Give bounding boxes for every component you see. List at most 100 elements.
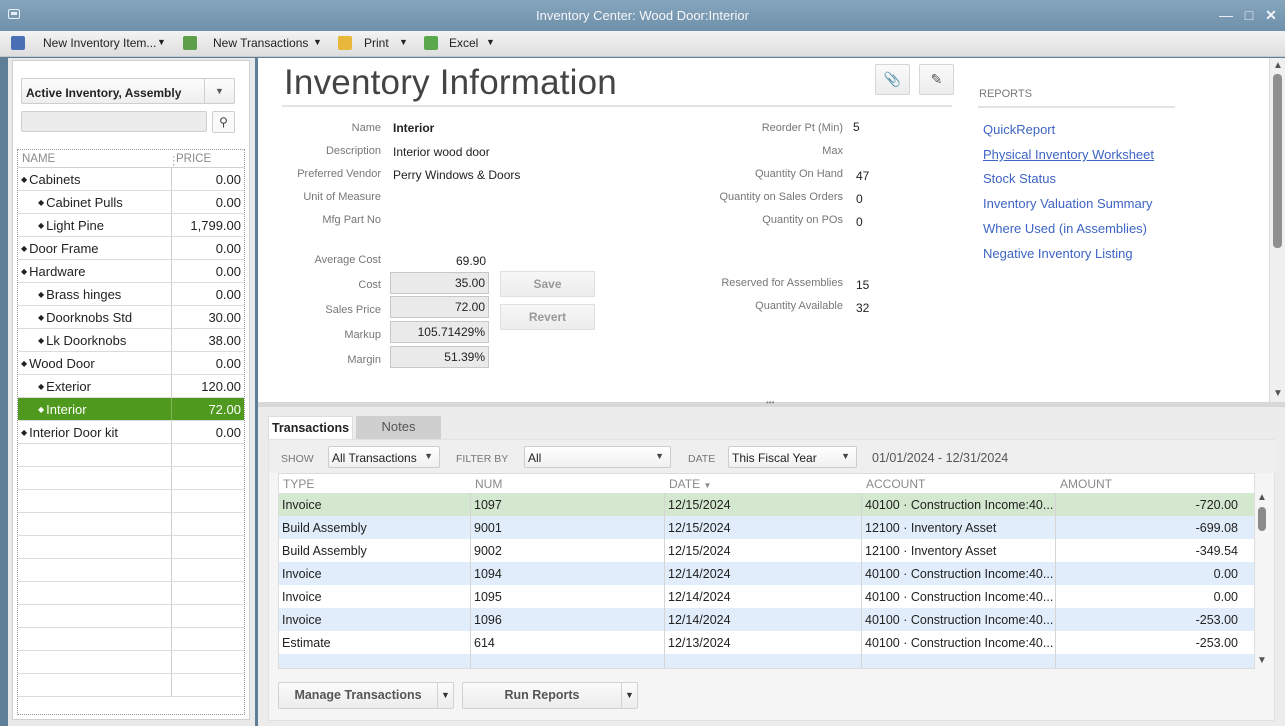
chevron-down-icon[interactable]: ▼ [621,683,637,708]
item-name-cell: ◆ Brass hinges [18,283,172,305]
save-button[interactable]: Save [500,271,595,297]
scroll-down-icon[interactable]: ▼ [1273,388,1283,399]
item-row[interactable]: ◆ Brass hinges 0.00 [18,283,244,306]
item-row[interactable]: ◆ Interior 72.00 [18,398,244,421]
cell-num: 9002 [471,539,665,562]
transaction-row[interactable]: Estimate 614 12/13/2024 40100 · Constructio… [279,631,1254,654]
new-inventory-item-button[interactable]: New Inventory Item... [43,36,156,50]
manage-transactions-button[interactable]: Manage Transactions ▼ [278,682,454,709]
item-name-cell [18,651,172,673]
scrollbar-thumb[interactable] [1258,507,1266,531]
item-list-panel: Active Inventory, Assembly ▼ ⚲ NAME ⋮ PR… [8,58,255,726]
attach-button[interactable]: 📎 [875,64,910,95]
item-row[interactable]: ◆ Cabinets 0.00 [18,168,244,191]
item-row[interactable]: ◆ Light Pine 1,799.00 [18,214,244,237]
report-link-inventory-valuation-summary[interactable]: Inventory Valuation Summary [983,196,1153,211]
revert-button[interactable]: Revert [500,304,595,330]
transaction-row[interactable]: Invoice 1095 12/14/2024 40100 · Constructio… [279,585,1254,608]
empty-price-cell [173,559,244,581]
report-link-quickreport[interactable]: QuickReport [983,122,1055,137]
margin-label: Margin [347,354,381,366]
cost-label: Cost [358,279,381,291]
sales-price-field[interactable]: 72.00 [390,296,489,318]
markup-field[interactable]: 105.71429% [390,321,489,343]
close-button[interactable]: ✕ [1262,6,1280,24]
cell-account [862,654,1056,668]
cell-amount: -253.00 [1195,636,1238,650]
tree-node-icon: ◆ [21,359,28,368]
tab-transactions[interactable]: Transactions [268,416,353,440]
cell-account: 40100 · Construction Income:40... [862,585,1056,608]
run-reports-button[interactable]: Run Reports ▼ [462,682,638,709]
search-button[interactable]: ⚲ [212,111,235,133]
unit-of-measure-label: Unit of Measure [303,191,381,203]
item-row[interactable]: ◆ Lk Doorknobs 38.00 [18,329,244,352]
empty-price-cell [173,628,244,650]
item-row[interactable]: ◆ Door Frame 0.00 [18,237,244,260]
chevron-down-icon[interactable]: ▼ [204,79,234,103]
item-name-cell: ◆ Door Frame [18,237,172,259]
transaction-row[interactable]: Invoice 1097 12/15/2024 40100 · Constructio… [279,493,1254,516]
item-price: 72.00 [208,402,241,417]
cell-account: 40100 · Construction Income:40... [862,562,1056,585]
item-search-input[interactable] [21,111,207,132]
column-header-price[interactable]: PRICE [176,153,211,165]
cell-num [471,654,665,668]
view-filter-dropdown[interactable]: Active Inventory, Assembly ▼ [21,78,235,104]
show-dropdown[interactable]: All Transactions ▼ [328,446,440,468]
transaction-row[interactable]: Invoice 1096 12/14/2024 40100 · Constructio… [279,608,1254,631]
column-header-name[interactable]: NAME [22,153,55,165]
report-link-physical-inventory-worksheet[interactable]: Physical Inventory Worksheet [983,147,1154,162]
report-link-stock-status[interactable]: Stock Status [983,171,1056,186]
report-link-where-used[interactable]: Where Used (in Assemblies) [983,221,1147,236]
transaction-row[interactable]: Invoice 1094 12/14/2024 40100 · Constructio… [279,562,1254,585]
item-row[interactable]: ◆ Exterior 120.00 [18,375,244,398]
item-row[interactable]: ◆ Doorknobs Std 30.00 [18,306,244,329]
filter-by-dropdown[interactable]: All ▼ [524,446,671,468]
inventory-information-panel: Inventory Information 📎 ✎ Name Interior … [258,58,1269,402]
transaction-row[interactable]: Build Assembly 9002 12/15/2024 12100 · Inve… [279,539,1254,562]
edit-button[interactable]: ✎ [919,64,954,95]
scroll-down-icon[interactable]: ▼ [1257,655,1267,666]
column-header-num[interactable]: NUM [471,474,502,493]
new-item-dropdown-arrow[interactable]: ▼ [157,37,166,47]
margin-field[interactable]: 51.39% [390,346,489,368]
item-row[interactable]: ◆ Wood Door 0.00 [18,352,244,375]
info-scrollbar[interactable]: ▲ ▼ [1269,58,1285,402]
column-header-type[interactable]: TYPE [279,474,314,493]
new-item-icon [11,36,25,50]
item-price: 1,799.00 [190,218,241,233]
cost-field[interactable]: 35.00 [390,272,489,294]
column-header-date[interactable]: DATE ▼ [665,474,711,493]
cell-type: Invoice [279,493,471,516]
panel-splitter[interactable]: ••• [258,398,1285,407]
minimize-button[interactable]: — [1217,6,1235,24]
transaction-row[interactable]: Build Assembly 9001 12/15/2024 12100 · Inve… [279,516,1254,539]
excel-dropdown-arrow[interactable]: ▼ [486,37,495,47]
scroll-up-icon[interactable]: ▲ [1273,60,1283,71]
new-transactions-dropdown-arrow[interactable]: ▼ [313,37,322,47]
print-dropdown-arrow[interactable]: ▼ [399,37,408,47]
print-button[interactable]: Print [364,36,389,50]
cell-date: 12/15/2024 [665,493,862,516]
scrollbar-thumb[interactable] [1273,74,1282,248]
item-name: Cabinet Pulls [46,195,123,210]
scroll-up-icon[interactable]: ▲ [1257,492,1267,503]
date-dropdown[interactable]: This Fiscal Year ▼ [728,446,857,468]
tab-notes[interactable]: Notes [356,416,441,440]
item-row[interactable]: ◆ Interior Door kit 0.00 [18,421,244,444]
column-header-account[interactable]: ACCOUNT [862,474,925,493]
item-name-cell [18,536,172,558]
transactions-scrollbar[interactable]: ▲ ▼ [1255,492,1269,669]
item-row[interactable]: ◆ Cabinet Pulls 0.00 [18,191,244,214]
chevron-down-icon[interactable]: ▼ [437,683,453,708]
report-link-negative-inventory-listing[interactable]: Negative Inventory Listing [983,246,1133,261]
new-transactions-button[interactable]: New Transactions [213,36,308,50]
item-row[interactable]: ◆ Hardware 0.00 [18,260,244,283]
column-header-amount[interactable]: AMOUNT [1056,474,1112,493]
excel-button[interactable]: Excel [449,36,478,50]
cell-type: Estimate [279,631,471,654]
maximize-button[interactable]: □ [1240,6,1258,24]
cell-account: 12100 · Inventory Asset [862,516,1056,539]
item-name: Light Pine [46,218,104,233]
